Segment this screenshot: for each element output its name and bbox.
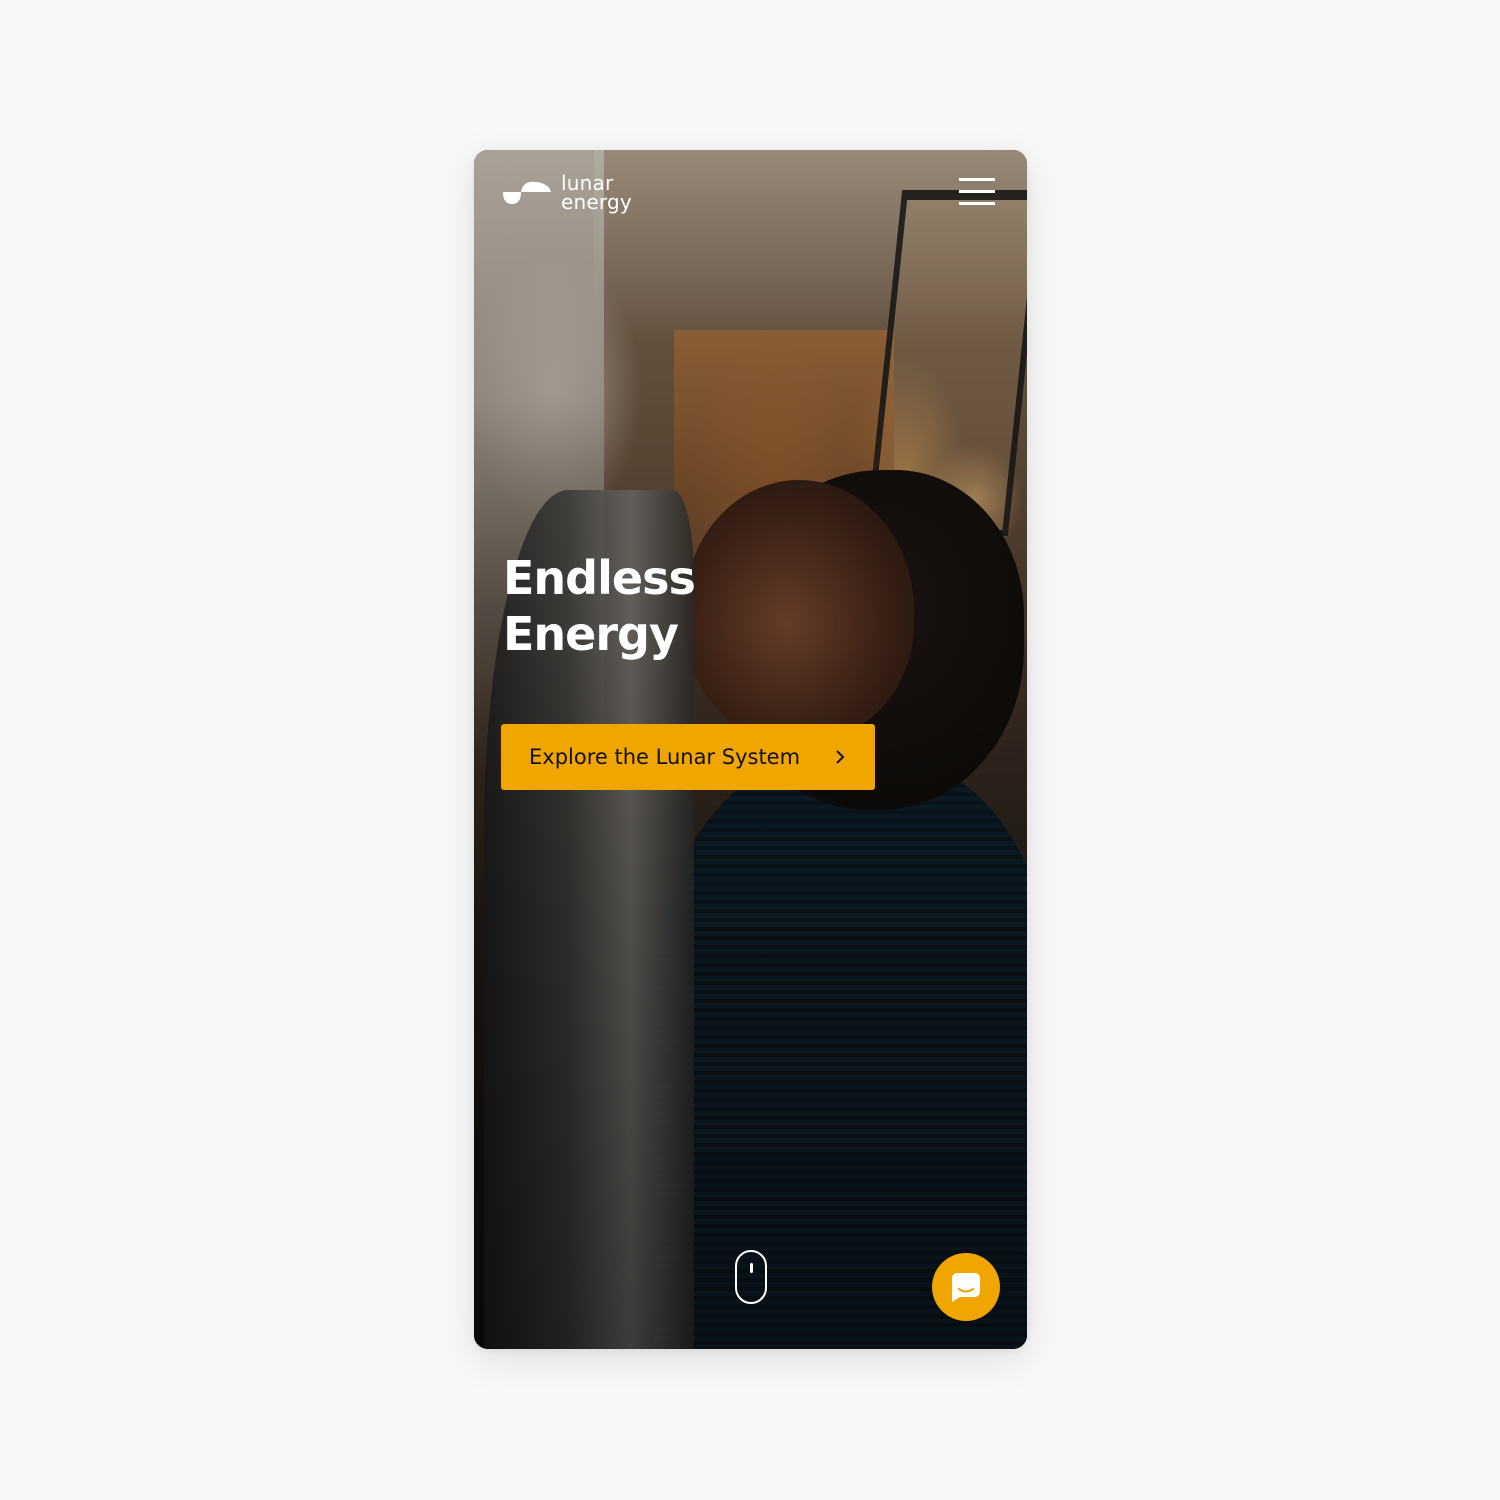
logo-wordmark: lunar energy (561, 173, 632, 214)
logo-home-link[interactable]: lunar energy (501, 173, 632, 214)
chevron-right-icon (836, 750, 845, 764)
menu-bar-bottom (959, 202, 995, 205)
site-header: lunar energy (474, 150, 1027, 240)
chat-bubble-icon (952, 1273, 980, 1302)
chat-button[interactable] (932, 1253, 1000, 1321)
menu-bar-top (959, 178, 995, 181)
scroll-wheel-dot (750, 1263, 753, 1273)
hero-title: Endless Energy (503, 550, 803, 662)
hero-title-line1: Endless (503, 551, 696, 605)
mobile-viewport: lunar energy Endless Energy Explore the … (474, 150, 1027, 1349)
logo-wordmark-line2: energy (561, 190, 632, 214)
menu-bar-middle (959, 190, 995, 193)
explore-lunar-system-button[interactable]: Explore the Lunar System (501, 724, 875, 790)
hero-title-line2: Energy (503, 607, 679, 661)
cta-label: Explore the Lunar System (529, 745, 801, 769)
hamburger-menu-button[interactable] (959, 178, 995, 206)
lunar-energy-logo-icon (503, 181, 551, 204)
mouse-scroll-icon[interactable] (735, 1250, 767, 1304)
